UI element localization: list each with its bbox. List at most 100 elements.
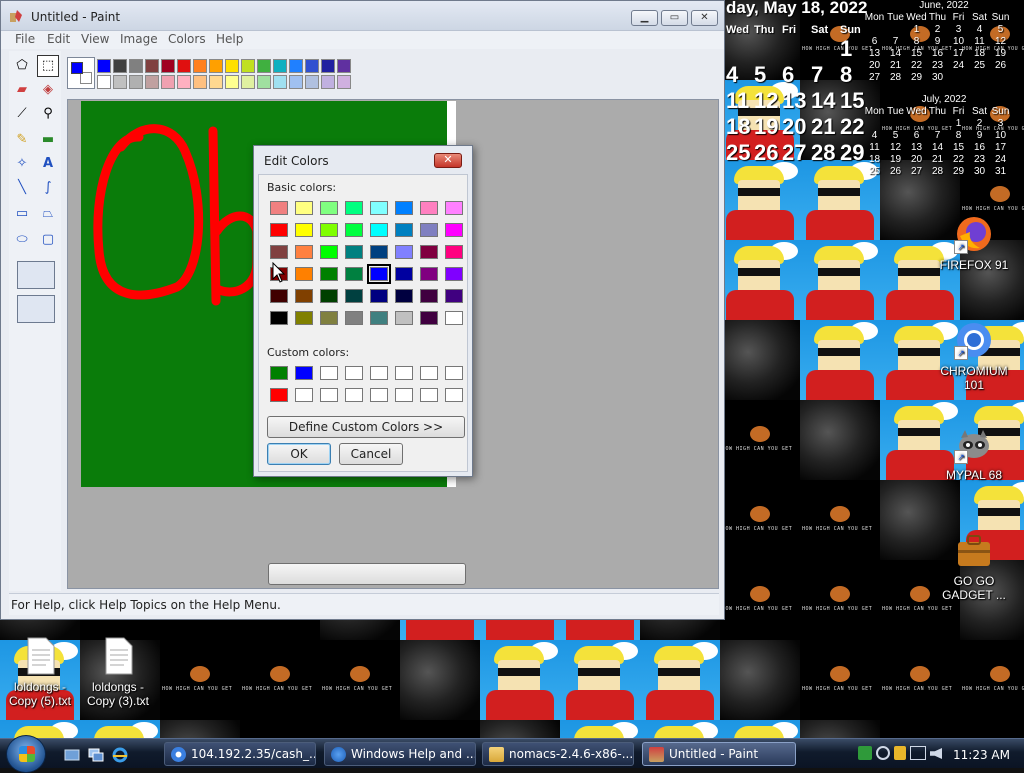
- calendar-day[interactable]: 12: [990, 36, 1011, 48]
- internet-explorer-icon[interactable]: [112, 747, 128, 763]
- basic-color-swatch[interactable]: [395, 311, 413, 325]
- calendar-day[interactable]: 5: [990, 24, 1011, 36]
- calendar-date[interactable]: 20: [782, 114, 806, 140]
- custom-color-swatch[interactable]: [420, 388, 438, 402]
- calendar-day[interactable]: 11: [864, 142, 885, 154]
- calendar-day[interactable]: 22: [906, 60, 927, 72]
- pencil-icon[interactable]: ✎: [11, 129, 33, 151]
- calendar-day[interactable]: 15: [948, 142, 969, 154]
- calendar-day[interactable]: 13: [906, 142, 927, 154]
- palette-swatch[interactable]: [321, 59, 335, 73]
- calendar-day[interactable]: 8: [948, 130, 969, 142]
- palette-swatch[interactable]: [289, 59, 303, 73]
- palette-swatch[interactable]: [209, 75, 223, 89]
- basic-color-swatch[interactable]: [420, 289, 438, 303]
- calendar-day[interactable]: [885, 118, 906, 130]
- calendar-day[interactable]: 12: [885, 142, 906, 154]
- palette-swatch[interactable]: [129, 75, 143, 89]
- basic-color-swatch[interactable]: [370, 223, 388, 237]
- palette-swatch[interactable]: [129, 59, 143, 73]
- calendar-day[interactable]: 18: [864, 154, 885, 166]
- ellipse-icon[interactable]: ⬭: [11, 229, 33, 251]
- basic-color-swatch[interactable]: [295, 289, 313, 303]
- palette-swatch[interactable]: [177, 59, 191, 73]
- calendar-day[interactable]: 30: [969, 166, 990, 178]
- palette-swatch[interactable]: [305, 75, 319, 89]
- calendar-day[interactable]: 3: [990, 118, 1011, 130]
- basic-color-swatch[interactable]: [445, 289, 463, 303]
- calendar-date[interactable]: 13: [782, 88, 806, 114]
- menu-file[interactable]: File: [15, 32, 35, 46]
- calendar-day[interactable]: 2: [927, 24, 948, 36]
- calendar-day[interactable]: [906, 118, 927, 130]
- calendar-day[interactable]: 16: [927, 48, 948, 60]
- basic-color-swatch[interactable]: [395, 245, 413, 259]
- ok-button[interactable]: OK: [267, 443, 331, 465]
- custom-color-swatch[interactable]: [270, 366, 288, 380]
- calendar-day[interactable]: 14: [885, 48, 906, 60]
- calendar-date[interactable]: 25: [726, 140, 750, 166]
- calendar-day[interactable]: [990, 72, 1011, 84]
- calendar-day[interactable]: 17: [948, 48, 969, 60]
- close-button[interactable]: ✕: [691, 10, 718, 26]
- calendar-day[interactable]: 11: [969, 36, 990, 48]
- calendar-day[interactable]: 24: [990, 154, 1011, 166]
- firefox-shortcut[interactable]: ↗ FIREFOX 91: [934, 214, 1014, 272]
- palette-swatch[interactable]: [161, 59, 175, 73]
- basic-color-swatch[interactable]: [370, 201, 388, 215]
- custom-color-swatch[interactable]: [370, 388, 388, 402]
- volume-icon[interactable]: [930, 748, 942, 759]
- calendar-day[interactable]: 1: [906, 24, 927, 36]
- palette-swatch[interactable]: [161, 75, 175, 89]
- basic-color-swatch[interactable]: [345, 201, 363, 215]
- palette-swatch[interactable]: [225, 75, 239, 89]
- basic-color-swatch[interactable]: [395, 223, 413, 237]
- calendar-day[interactable]: 16: [969, 142, 990, 154]
- taskbar-button[interactable]: nomacs-2.4.6-x86-...: [482, 742, 634, 766]
- calendar-date[interactable]: 12: [754, 88, 778, 114]
- basic-color-swatch[interactable]: [445, 245, 463, 259]
- calendar-date[interactable]: 11: [726, 88, 749, 114]
- calendar-date[interactable]: 5: [754, 62, 766, 88]
- taskbar-button[interactable]: Untitled - Paint: [642, 742, 796, 766]
- calendar-day[interactable]: 19: [990, 48, 1011, 60]
- mypal-shortcut[interactable]: ↗ MYPAL 68: [934, 424, 1014, 482]
- calendar-day[interactable]: 26: [990, 60, 1011, 72]
- basic-color-swatch[interactable]: [295, 245, 313, 259]
- calendar-day[interactable]: 1: [948, 118, 969, 130]
- tray-warning-icon[interactable]: [894, 746, 906, 760]
- menu-colors[interactable]: Colors: [168, 32, 206, 46]
- custom-color-swatch[interactable]: [370, 366, 388, 380]
- palette-swatch[interactable]: [97, 75, 111, 89]
- palette-swatch[interactable]: [193, 59, 207, 73]
- show-desktop-icon[interactable]: [64, 747, 80, 763]
- maximize-button[interactable]: ▭: [661, 10, 688, 26]
- calendar-day[interactable]: [864, 24, 885, 36]
- menu-edit[interactable]: Edit: [47, 32, 70, 46]
- calendar-day[interactable]: [885, 24, 906, 36]
- calendar-date[interactable]: 8: [840, 62, 852, 88]
- free-select-icon[interactable]: ⬠: [11, 55, 33, 77]
- basic-color-swatch[interactable]: [270, 289, 288, 303]
- calendar-day[interactable]: 2: [969, 118, 990, 130]
- transparency-transparent-option[interactable]: [17, 295, 55, 323]
- palette-swatch[interactable]: [145, 59, 159, 73]
- calendar-day[interactable]: 19: [885, 154, 906, 166]
- palette-swatch[interactable]: [273, 75, 287, 89]
- basic-color-swatch[interactable]: [345, 245, 363, 259]
- calendar-day[interactable]: 15: [906, 48, 927, 60]
- calendar-day[interactable]: 14: [927, 142, 948, 154]
- palette-swatch[interactable]: [257, 75, 271, 89]
- calendar-date[interactable]: 21: [811, 114, 835, 140]
- basic-color-swatch[interactable]: [420, 245, 438, 259]
- calendar-day[interactable]: 26: [885, 166, 906, 178]
- calendar-date[interactable]: 4: [726, 62, 738, 88]
- calendar-date[interactable]: 14: [811, 88, 835, 114]
- calendar-date[interactable]: 19: [754, 114, 778, 140]
- basic-color-swatch[interactable]: [320, 267, 338, 281]
- basic-color-swatch[interactable]: [420, 201, 438, 215]
- text-icon[interactable]: A: [37, 153, 59, 175]
- calendar-day[interactable]: 27: [906, 166, 927, 178]
- basic-color-swatch[interactable]: [370, 289, 388, 303]
- basic-color-swatch[interactable]: [395, 267, 413, 281]
